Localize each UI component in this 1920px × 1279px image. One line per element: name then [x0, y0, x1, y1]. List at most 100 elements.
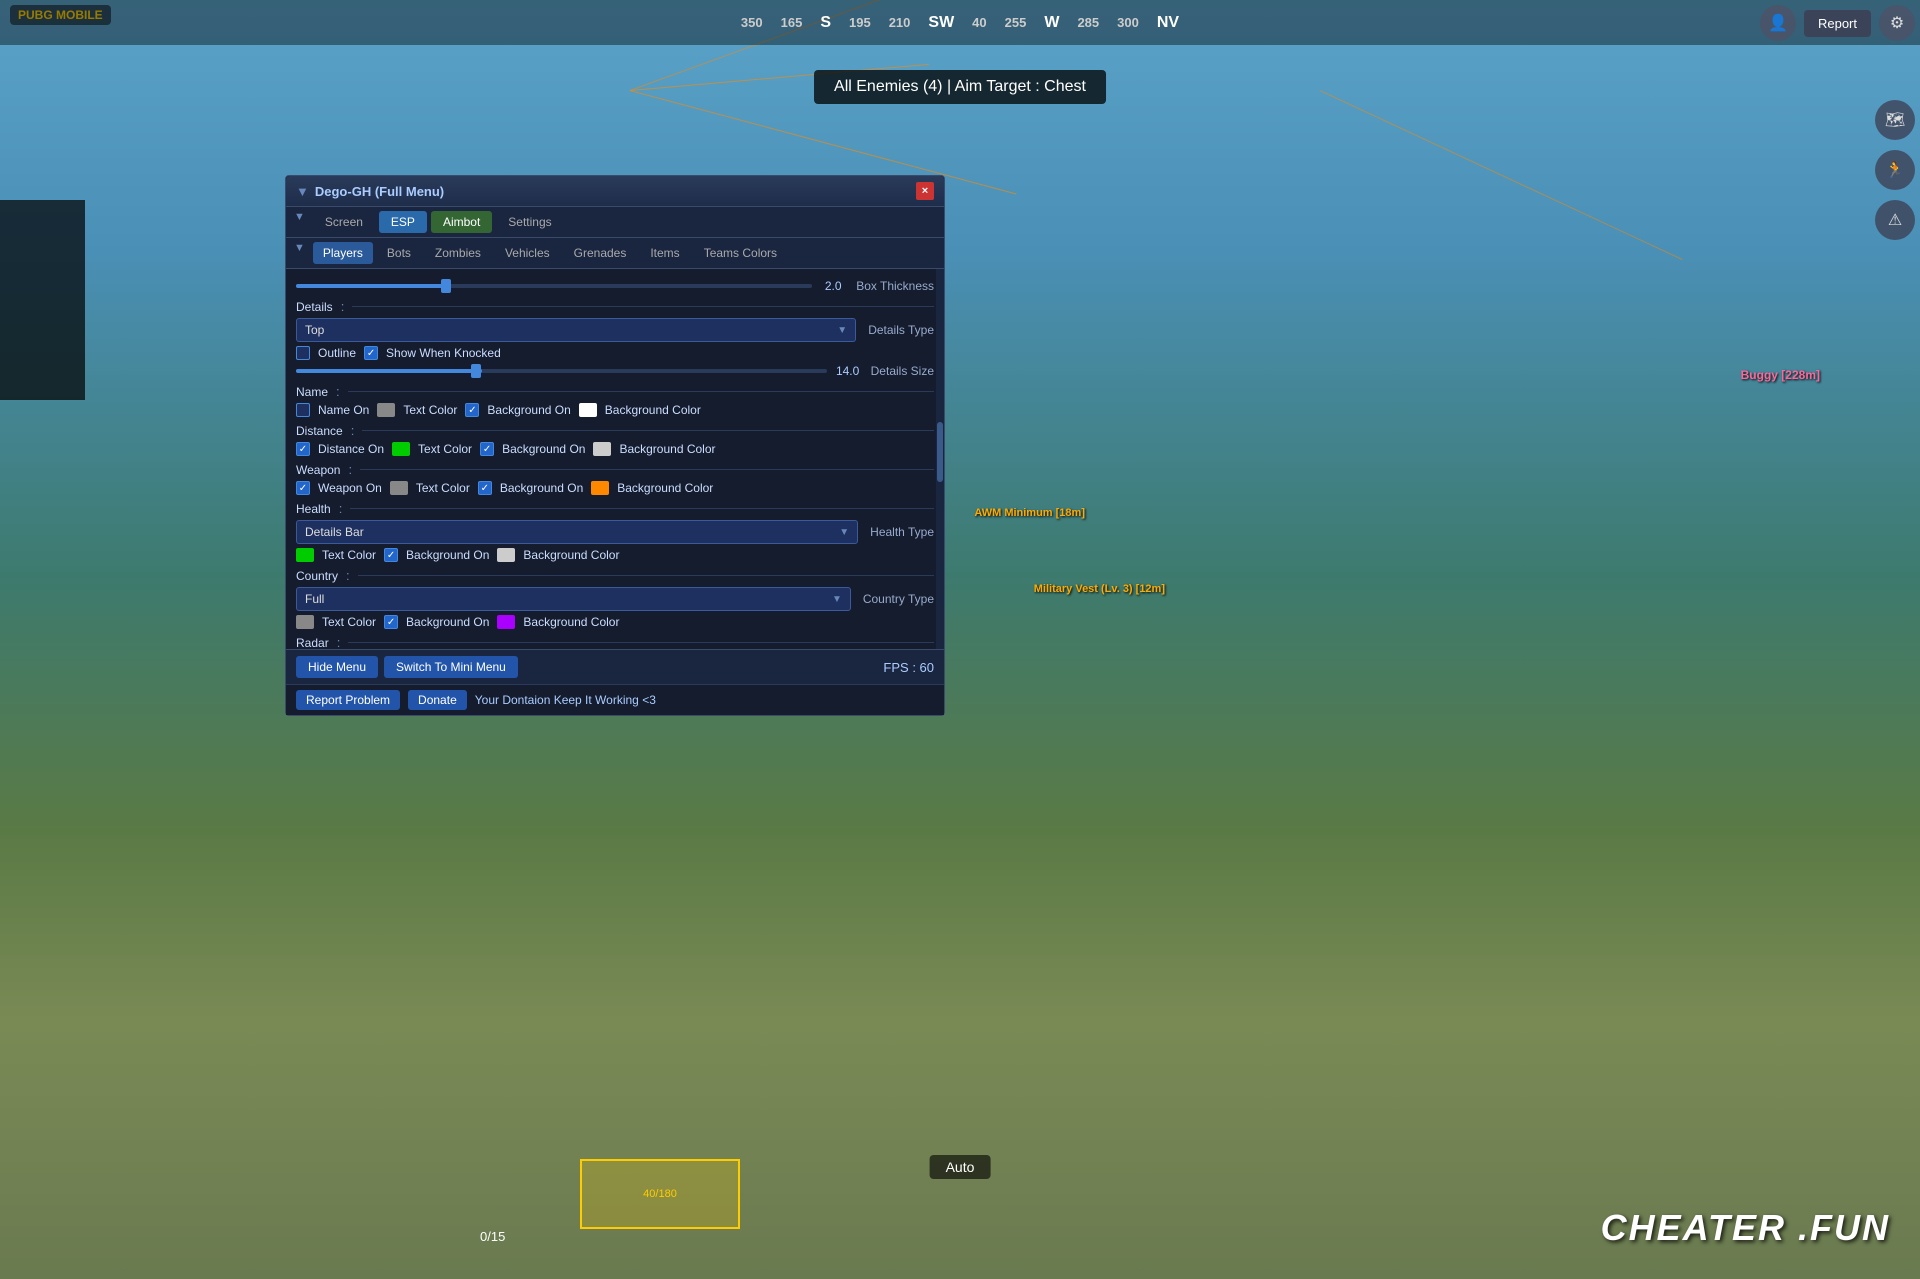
dist-on-label: Distance On — [318, 442, 384, 456]
details-label: Details — [296, 300, 333, 314]
slider-thumb[interactable] — [441, 279, 451, 293]
country-type-value: Full — [305, 592, 324, 606]
name-text-color-box[interactable] — [377, 403, 395, 417]
radar-divider — [348, 642, 934, 643]
weapon-bg-on-checkbox[interactable] — [478, 481, 492, 495]
dist-text-color-box[interactable] — [392, 442, 410, 456]
ammo-secondary: 0/15 — [480, 1229, 505, 1244]
report-problem-button[interactable]: Report Problem — [296, 690, 400, 710]
subtab-teams-colors[interactable]: Teams Colors — [694, 242, 787, 264]
player-icon[interactable]: 🏃 — [1875, 150, 1915, 190]
weapon-bg-on-label: Background On — [500, 481, 583, 495]
health-colon: : — [339, 501, 343, 516]
subtab-bots[interactable]: Bots — [377, 242, 421, 264]
health-bg-on-checkbox[interactable] — [384, 548, 398, 562]
health-text-color-box[interactable] — [296, 548, 314, 562]
close-button[interactable]: × — [916, 182, 934, 200]
compass-285: 285 — [1077, 15, 1099, 30]
hide-menu-button[interactable]: Hide Menu — [296, 656, 378, 678]
target-banner: All Enemies (4) | Aim Target : Chest — [814, 70, 1106, 104]
dist-text-color-label: Text Color — [418, 442, 472, 456]
sub-tabs-row: ▼ Players Bots Zombies Vehicles Grenades… — [286, 238, 944, 269]
details-size-value: 14.0 — [833, 364, 863, 378]
donate-button[interactable]: Donate — [408, 690, 467, 710]
subtab-vehicles[interactable]: Vehicles — [495, 242, 560, 264]
size-slider-thumb[interactable] — [471, 364, 481, 378]
box-thickness-slider[interactable]: 2.0 — [296, 279, 848, 293]
name-bg-color-label: Background Color — [605, 403, 701, 417]
show-when-knocked-checkbox[interactable] — [364, 346, 378, 360]
dist-bg-on-checkbox[interactable] — [480, 442, 494, 456]
country-text-color-box[interactable] — [296, 615, 314, 629]
health-type-dropdown[interactable]: Details Bar ▼ — [296, 520, 858, 544]
country-bg-on-checkbox[interactable] — [384, 615, 398, 629]
compass-165: 165 — [781, 15, 803, 30]
map-icon[interactable]: 🗺 — [1875, 100, 1915, 140]
compass-markers: 350 165 S 195 210 SW 40 255 W 285 300 NV — [741, 14, 1179, 32]
subtabs-arrow: ▼ — [294, 242, 305, 264]
country-type-dropdown[interactable]: Full ▼ — [296, 587, 851, 611]
weapon-slot: 40/180 — [580, 1159, 740, 1229]
menu-titlebar: ▼ Dego-GH (Full Menu) × — [286, 176, 944, 207]
weapon-text-color-box[interactable] — [390, 481, 408, 495]
health-text-color-label: Text Color — [322, 548, 376, 562]
country-section-header: Country : — [296, 568, 934, 583]
details-type-dropdown[interactable]: Top ▼ — [296, 318, 856, 342]
weapon-on-label: Weapon On — [318, 481, 382, 495]
tab-settings[interactable]: Settings — [496, 211, 563, 233]
country-bg-color-box[interactable] — [497, 615, 515, 629]
warning-icon[interactable]: ⚠ — [1875, 200, 1915, 240]
tab-aimbot[interactable]: Aimbot — [431, 211, 492, 233]
weapon-on-checkbox[interactable] — [296, 481, 310, 495]
outline-checkbox[interactable] — [296, 346, 310, 360]
health-options-row: Text Color Background On Background Colo… — [296, 548, 934, 562]
dist-on-checkbox[interactable] — [296, 442, 310, 456]
menu-collapse-arrow[interactable]: ▼ — [296, 184, 309, 199]
name-on-label: Name On — [318, 403, 369, 417]
compass-195: 195 — [849, 15, 871, 30]
details-options-row: Outline Show When Knocked — [296, 346, 934, 360]
footer-left: Hide Menu Switch To Mini Menu — [296, 656, 518, 678]
watermark: CHEATER .FUN — [1601, 1207, 1890, 1249]
country-options-row: Text Color Background On Background Colo… — [296, 615, 934, 629]
name-bg-on-checkbox[interactable] — [465, 403, 479, 417]
compass-w: W — [1044, 14, 1059, 32]
tab-screen[interactable]: Screen — [313, 211, 375, 233]
country-text-color-label: Text Color — [322, 615, 376, 629]
subtab-items[interactable]: Items — [640, 242, 689, 264]
details-size-slider[interactable]: 14.0 — [296, 364, 863, 378]
details-type-label: Details Type — [868, 323, 934, 337]
weapon-colon: : — [348, 462, 352, 477]
scrollbar-thumb[interactable] — [937, 422, 943, 482]
switch-to-mini-button[interactable]: Switch To Mini Menu — [384, 656, 518, 678]
health-type-row: Details Bar ▼ Health Type — [296, 520, 934, 544]
distance-marker-buggy: Buggy [228m] — [1741, 368, 1820, 382]
health-type-value: Details Bar — [305, 525, 364, 539]
name-text-color-label: Text Color — [403, 403, 457, 417]
donate-text: Your Dontaion Keep It Working <3 — [475, 693, 656, 707]
compass-255: 255 — [1005, 15, 1027, 30]
subtab-grenades[interactable]: Grenades — [564, 242, 637, 264]
subtab-players[interactable]: Players — [313, 242, 373, 264]
name-bg-color-box[interactable] — [579, 403, 597, 417]
health-type-label: Health Type — [870, 525, 934, 539]
left-panel — [0, 200, 85, 400]
health-bg-color-label: Background Color — [523, 548, 619, 562]
report-button[interactable]: Report — [1804, 10, 1871, 37]
compass-300: 300 — [1117, 15, 1139, 30]
health-bg-color-box[interactable] — [497, 548, 515, 562]
compass-210: 210 — [889, 15, 911, 30]
name-on-checkbox[interactable] — [296, 403, 310, 417]
settings-icon[interactable]: ⚙ — [1879, 5, 1915, 41]
distance-divider — [362, 430, 934, 431]
dist-bg-color-box[interactable] — [593, 442, 611, 456]
compass-sw: SW — [928, 14, 954, 32]
fps-label: FPS : 60 — [883, 660, 934, 675]
slider-track — [296, 284, 812, 288]
profile-icon[interactable]: 👤 — [1760, 5, 1796, 41]
scrollbar[interactable] — [936, 269, 944, 649]
weapon-bg-color-box[interactable] — [591, 481, 609, 495]
subtab-zombies[interactable]: Zombies — [425, 242, 491, 264]
country-divider — [358, 575, 934, 576]
tab-esp[interactable]: ESP — [379, 211, 427, 233]
